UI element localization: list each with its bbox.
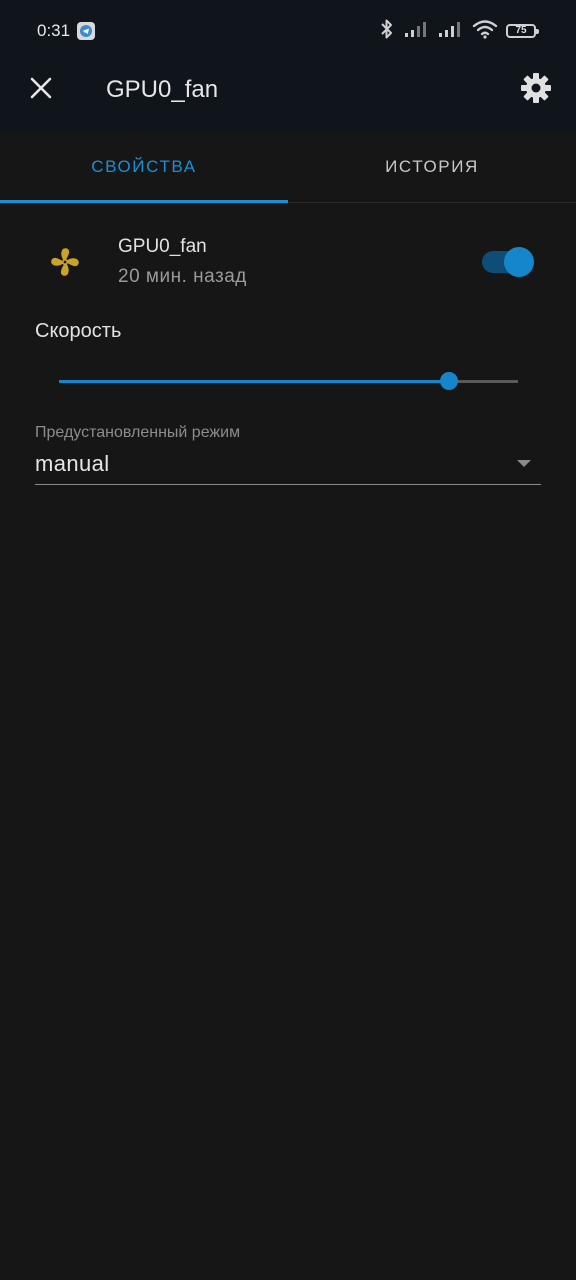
fan-icon xyxy=(46,243,84,281)
tab-history[interactable]: ИСТОРИЯ xyxy=(288,132,576,202)
bluetooth-icon xyxy=(378,18,396,45)
toggle-thumb xyxy=(504,247,534,277)
status-time: 0:31 xyxy=(37,21,71,40)
active-tab-indicator xyxy=(0,200,288,203)
battery-tip xyxy=(536,29,539,34)
tab-bar: СВОЙСТВА ИСТОРИЯ xyxy=(0,132,576,203)
status-icons: 75 xyxy=(378,18,539,45)
close-button[interactable] xyxy=(21,70,61,110)
entity-name: GPU0_fan xyxy=(118,236,207,257)
speed-label: Скорость xyxy=(35,320,122,342)
tab-properties-label: СВОЙСТВА xyxy=(91,157,197,176)
preset-mode-label: Предустановленный режим xyxy=(35,424,241,441)
gear-icon xyxy=(520,72,552,109)
telegram-icon xyxy=(77,22,95,40)
app-bar: GPU0_fan xyxy=(0,62,576,132)
slider-fill xyxy=(59,380,450,383)
entity-toggle[interactable] xyxy=(480,246,536,278)
settings-button[interactable] xyxy=(516,70,556,110)
tab-history-label: ИСТОРИЯ xyxy=(385,157,479,176)
signal-icon-2 xyxy=(438,20,464,43)
battery-icon: 75 xyxy=(506,24,539,38)
dropdown-arrow-icon xyxy=(517,460,531,467)
wifi-icon xyxy=(472,19,498,44)
close-icon xyxy=(30,77,52,104)
slider-thumb[interactable] xyxy=(440,372,459,390)
preset-mode-value: manual xyxy=(35,451,110,476)
battery-level: 75 xyxy=(515,25,527,36)
status-bar: 0:31 75 xyxy=(0,0,576,62)
entity-last-changed: 20 мин. назад xyxy=(118,266,247,287)
signal-icon xyxy=(404,20,430,43)
page-title: GPU0_fan xyxy=(106,76,219,103)
speed-slider[interactable] xyxy=(59,366,518,396)
tab-properties[interactable]: СВОЙСТВА xyxy=(0,132,288,203)
preset-mode-select[interactable]: Предустановленный режим manual xyxy=(35,420,541,485)
screen: 0:31 75 GPU0_fan СВОЙСТВА ИСТОРИЯ GPU0_f… xyxy=(0,0,576,1280)
